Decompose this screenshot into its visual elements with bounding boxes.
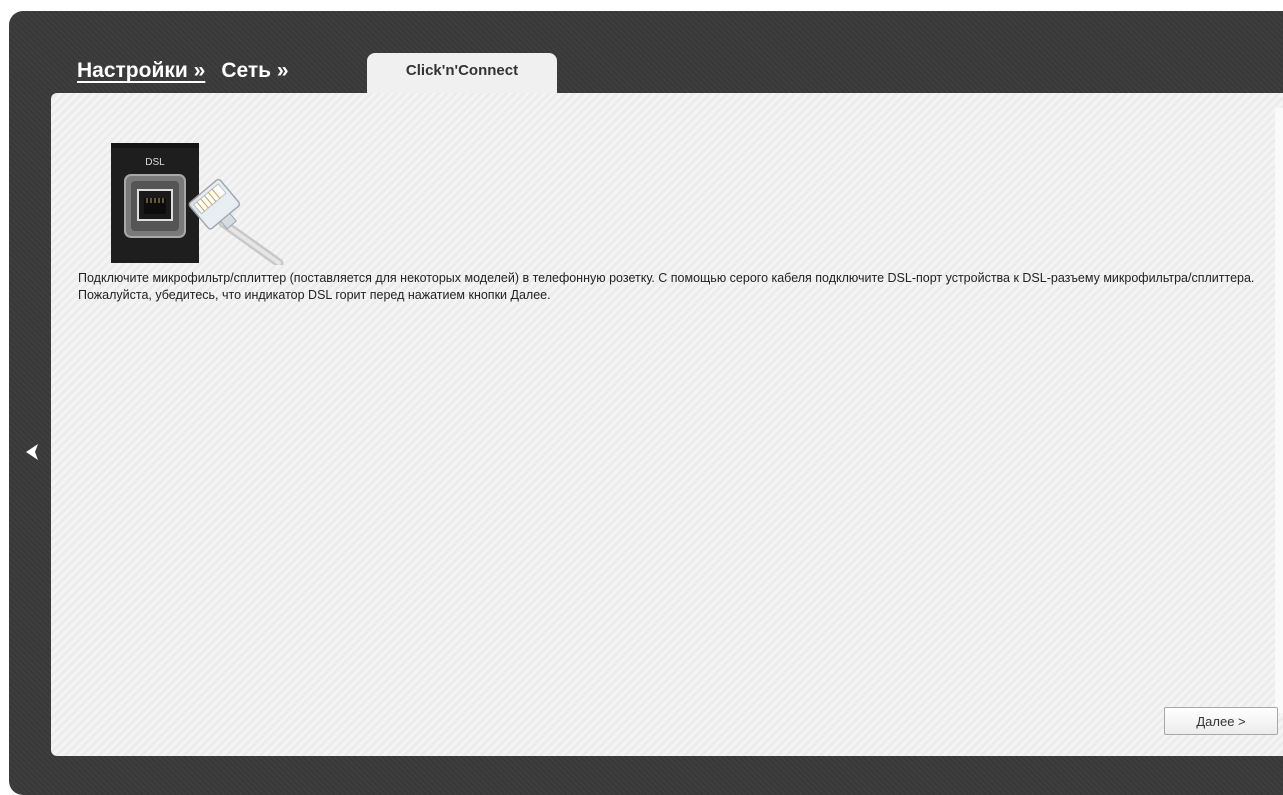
content-panel: DSL Подключите микрофильтр/сплиттер (пос… — [51, 93, 1283, 756]
instruction-check-indicator: Пожалуйста, убедитесь, что индикатор DSL… — [78, 288, 551, 302]
tab-click-n-connect[interactable]: Click'n'Connect — [367, 53, 557, 95]
dsl-port-cable-illustration: DSL — [111, 143, 284, 265]
tab-label: Click'n'Connect — [405, 62, 519, 79]
breadcrumb: Настройки » Сеть » — [77, 59, 289, 83]
breadcrumb-network[interactable]: Сеть » — [221, 59, 288, 83]
breadcrumb-settings[interactable]: Настройки » — [77, 59, 205, 83]
scrollbar[interactable] — [1275, 108, 1283, 713]
next-button[interactable]: Далее > — [1164, 707, 1278, 735]
instruction-connect: Подключите микрофильтр/сплиттер (поставл… — [78, 271, 1255, 285]
instructions-text: Подключите микрофильтр/сплиттер (поставл… — [78, 270, 1258, 304]
dsl-label: DSL — [145, 157, 165, 168]
chevron-left-icon[interactable] — [21, 440, 43, 464]
